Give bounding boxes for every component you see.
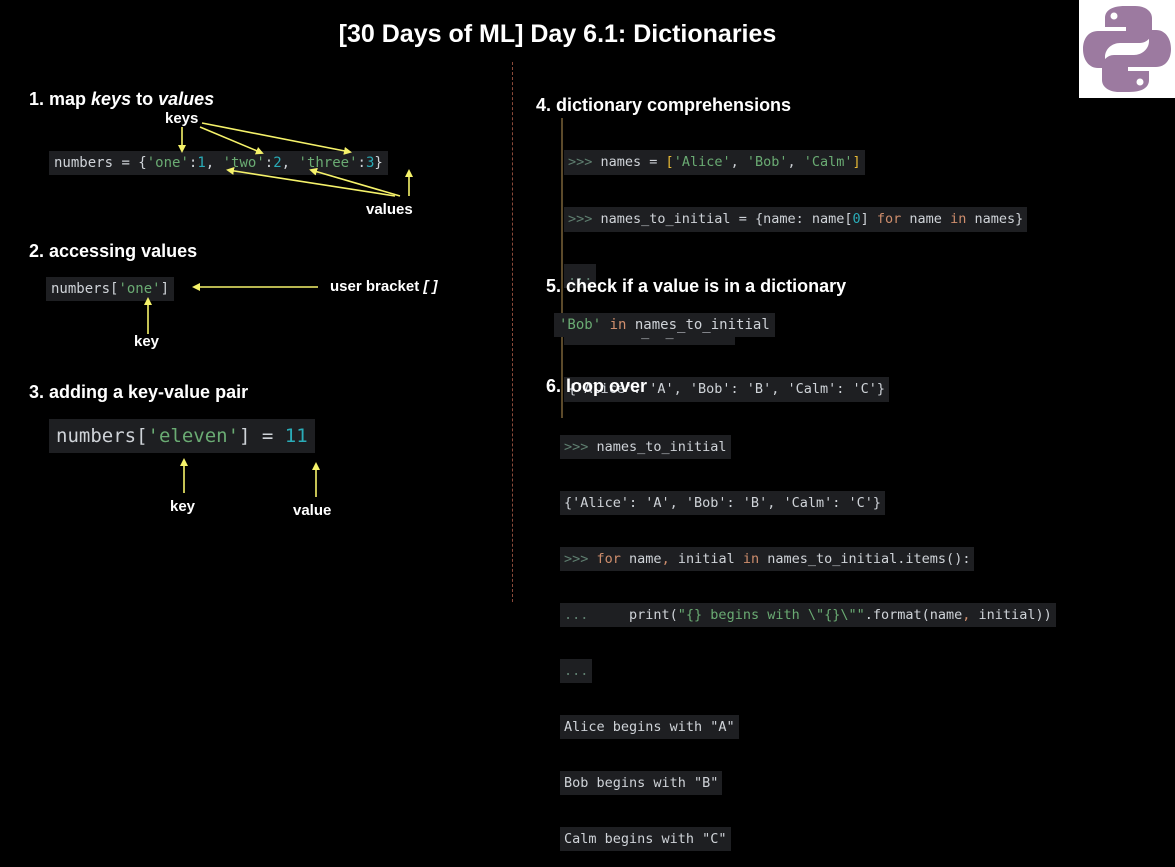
annotation-arrows <box>144 122 413 497</box>
keys-arrow-two <box>199 126 264 155</box>
values-arrow-1 <box>226 166 396 197</box>
values-arrow-2 <box>309 167 401 197</box>
